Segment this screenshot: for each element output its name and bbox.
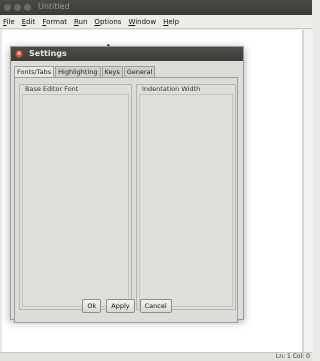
font-list[interactable]	[22, 94, 129, 307]
menu-bar: File Edit Format Run Options Window Help	[0, 15, 312, 29]
minimize-window-icon[interactable]	[14, 4, 21, 11]
apply-button[interactable]: Apply	[106, 299, 135, 313]
base-editor-font-group: Base Editor Font	[19, 84, 132, 310]
menu-format-rest: ormat	[46, 17, 67, 26]
window-titlebar: Untitled	[0, 0, 312, 15]
cancel-button[interactable]: Cancel	[139, 299, 172, 313]
indentation-width-label: Indentation Width	[142, 85, 201, 93]
menu-edit-rest: dit	[26, 17, 36, 26]
window-controls	[4, 4, 31, 11]
menu-run[interactable]: Run	[74, 18, 87, 26]
menu-file-rest: ile	[6, 17, 15, 26]
dialog-buttons: Ok Apply Cancel	[11, 299, 243, 313]
menu-options-rest: ptions	[99, 17, 122, 26]
menu-file[interactable]: File	[3, 18, 15, 26]
settings-tabs: Fonts/Tabs Highlighting Keys General	[14, 66, 156, 78]
window-title: Untitled	[38, 2, 70, 11]
menu-edit[interactable]: Edit	[22, 18, 36, 26]
menu-window-rest: indow	[135, 17, 157, 26]
dialog-title: Settings	[29, 49, 67, 58]
dialog-titlebar: × Settings	[11, 47, 243, 61]
menu-help-rest: elp	[168, 17, 180, 26]
menu-help[interactable]: Help	[163, 18, 179, 26]
vertical-scrollbar[interactable]	[303, 30, 313, 352]
tab-general[interactable]: General	[123, 66, 156, 77]
tab-highlighting[interactable]: Highlighting	[55, 66, 101, 77]
close-window-icon[interactable]	[4, 4, 11, 11]
cursor-position: Ln: 1 Col: 0	[275, 353, 310, 360]
menu-options[interactable]: Options	[94, 18, 121, 26]
fonts-tabs-panel: Base Editor Font Indentation Width	[14, 77, 238, 323]
tab-keys[interactable]: Keys	[101, 66, 123, 77]
settings-dialog: × Settings Fonts/Tabs Highlighting Keys …	[10, 46, 244, 323]
maximize-window-icon[interactable]	[24, 4, 31, 11]
indentation-settings[interactable]	[139, 94, 233, 307]
menu-format[interactable]: Format	[42, 18, 67, 26]
base-editor-font-label: Base Editor Font	[25, 85, 79, 93]
menu-run-rest: un	[78, 17, 88, 26]
ok-button[interactable]: Ok	[82, 299, 102, 313]
indentation-width-group: Indentation Width	[136, 84, 236, 310]
menu-window[interactable]: Window	[128, 18, 156, 26]
dialog-close-icon[interactable]: ×	[15, 50, 23, 58]
